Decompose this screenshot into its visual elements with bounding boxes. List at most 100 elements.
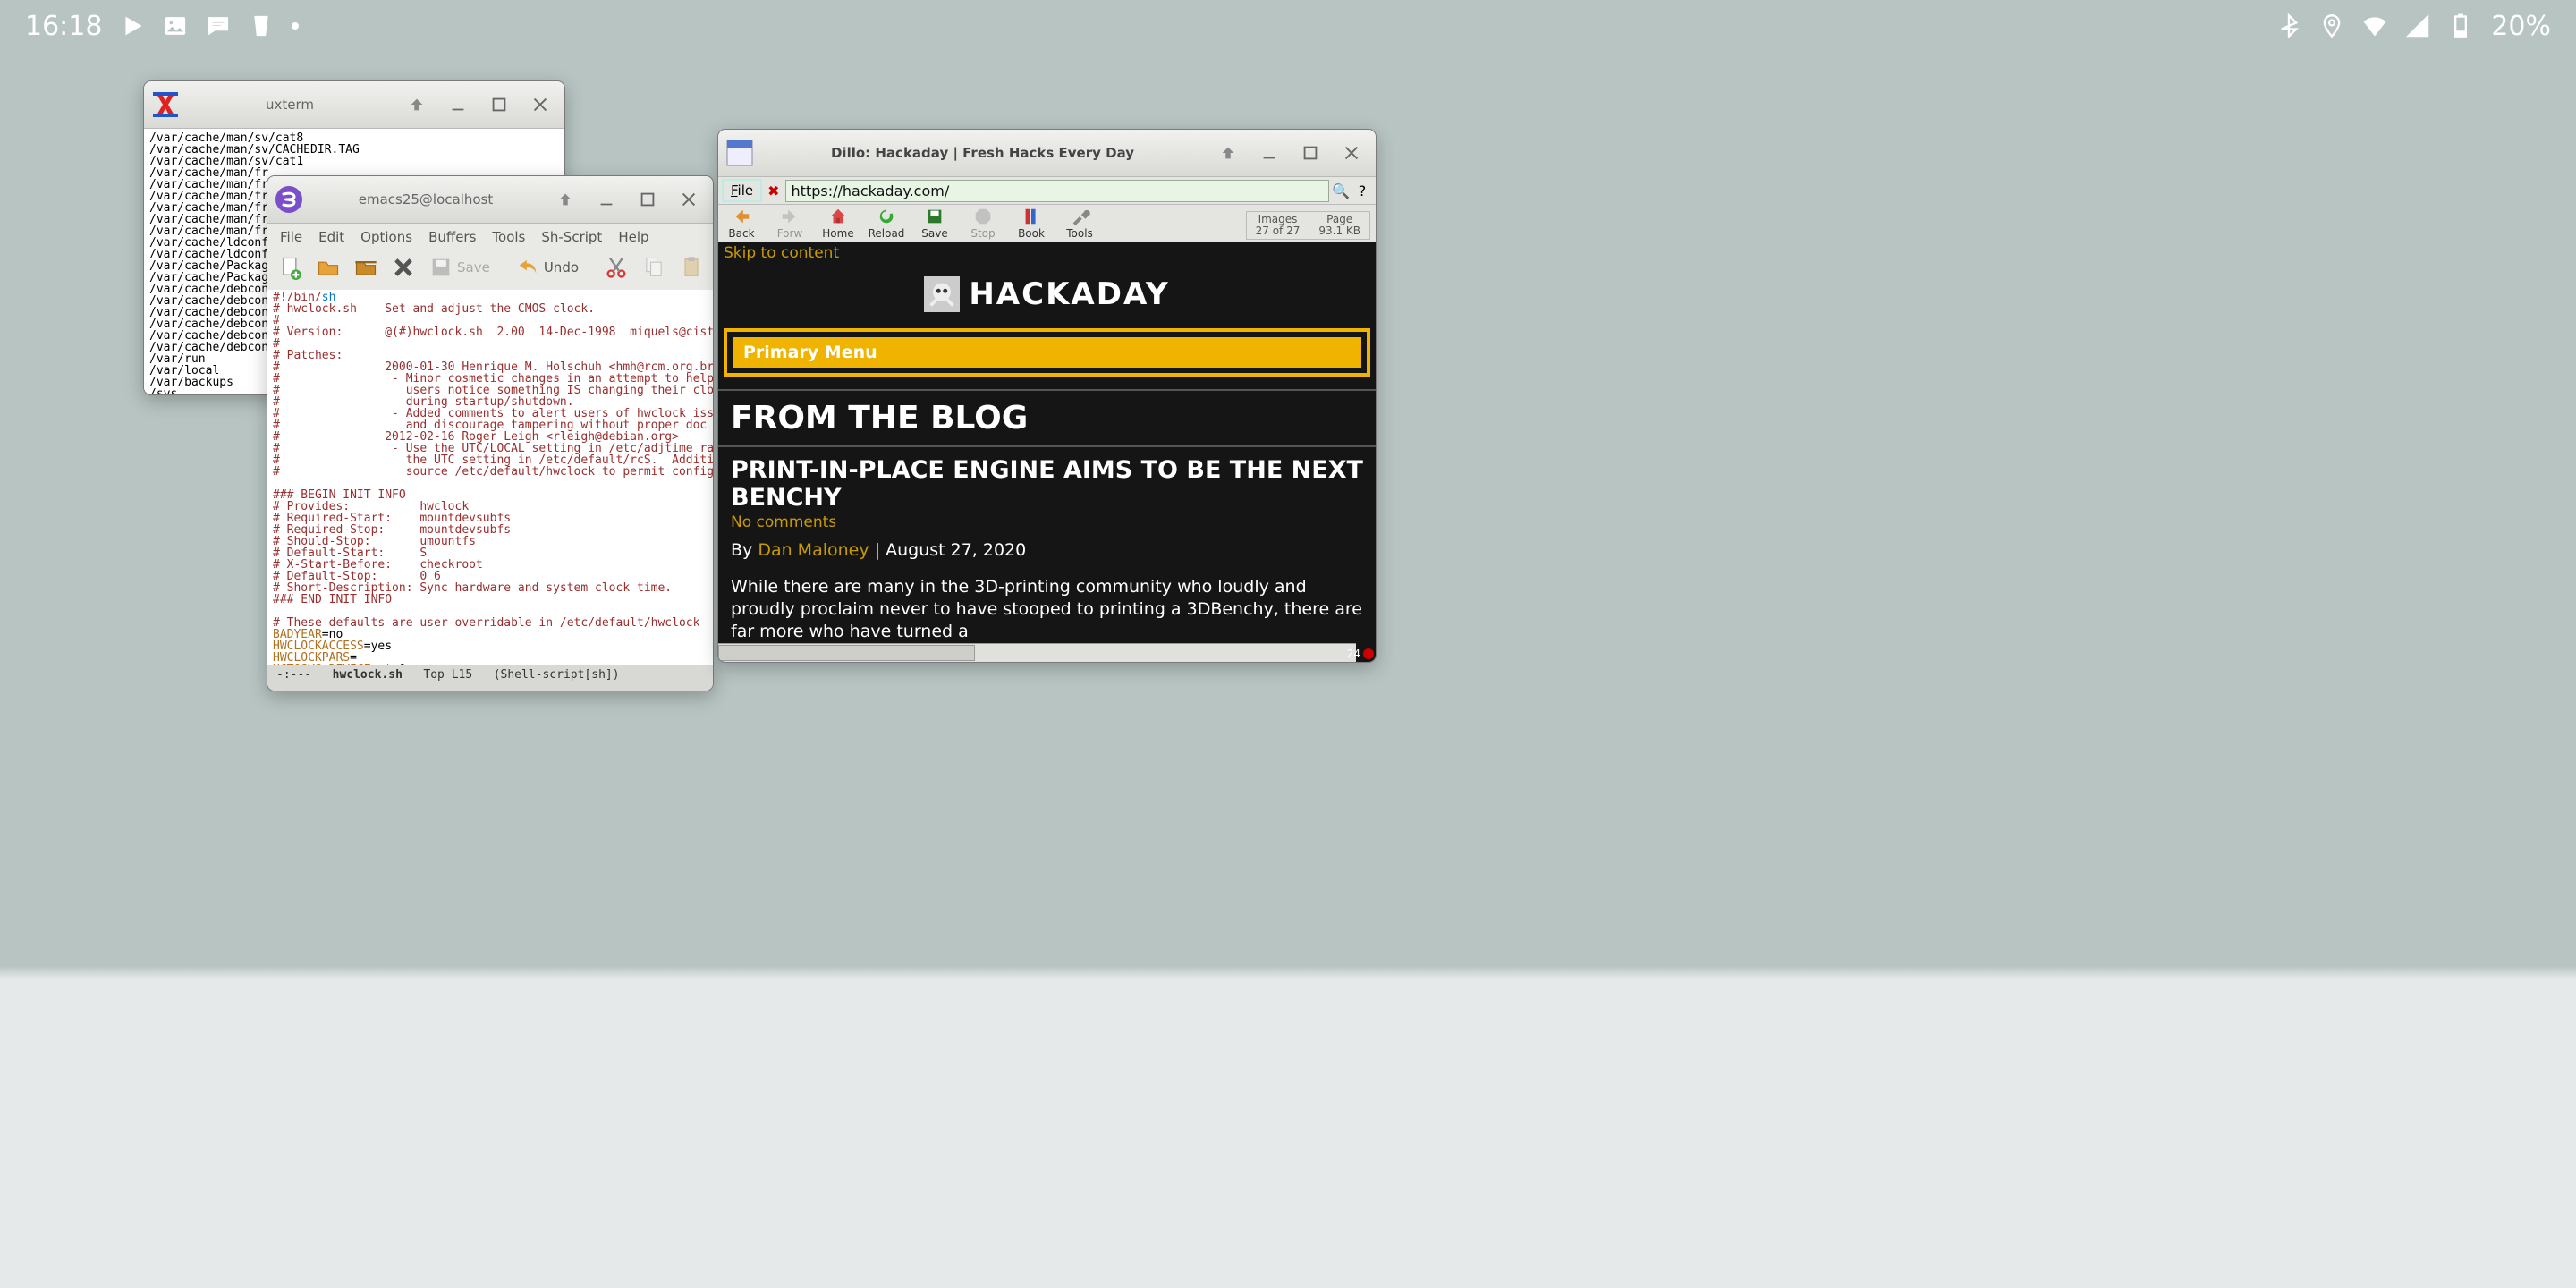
skip-link[interactable]: Skip to content [718,242,1376,264]
battery-icon [2448,13,2473,38]
battery-percent: 20% [2491,11,2551,42]
cut-icon[interactable] [604,252,629,283]
new-file-icon[interactable] [278,252,303,283]
dillo-window: Dillo: Hackaday | Fresh Hacks Every Day … [717,129,1377,663]
page-viewport[interactable]: Skip to content HACKADAY Primary Menu FR… [718,242,1376,662]
home-button[interactable]: Home [820,207,856,240]
article-byline: By Dan Maloney | August 27, 2020 [731,540,1363,560]
modeline-filename: hwclock.sh [333,668,402,682]
dillo-url-row: File ✖ https://hackaday.com/ 🔍 ? [718,177,1376,205]
modeline-position: Top L15 [423,668,472,682]
xterm-icon [151,90,180,119]
clear-url-button[interactable]: ✖ [764,182,783,199]
dillo-title: Dillo: Hackaday | Fresh Hacks Every Day [761,145,1204,161]
uxterm-titlebar[interactable]: uxterm [144,81,564,129]
author-link[interactable]: Dan Maloney [758,540,869,560]
close-button[interactable] [523,88,557,122]
minimize-button[interactable] [441,88,475,122]
message-icon [206,13,231,38]
menu-buffers[interactable]: Buffers [428,229,476,245]
open-folder-icon[interactable] [353,252,378,283]
reload-button[interactable]: Reload [869,207,904,240]
file-menu-button[interactable]: File [722,179,762,202]
images-value: 27 of 27 [1256,225,1301,237]
page-size: 93.1 KB [1318,225,1360,237]
site-name[interactable]: HACKADAY [969,276,1169,312]
menu-tools[interactable]: Tools [492,229,525,245]
uxterm-title: uxterm [187,97,393,113]
copy-icon[interactable] [641,252,666,283]
android-status-bar: 16:18 20% [0,0,2576,52]
images-label: Images [1258,213,1298,225]
forward-button[interactable]: Forw [772,207,808,240]
cup-icon [249,13,274,38]
undo-icon[interactable] [515,252,540,283]
section-heading: FROM THE BLOG [731,400,1363,436]
bug-icon [1363,648,1374,659]
emacs-modeline: -:--- hwclock.sh Top L15 (Shell-script[s… [267,665,713,691]
signal-icon [2405,13,2430,38]
page-info: Images27 of 27 Page93.1 KB [1246,211,1370,240]
up-button[interactable] [400,88,434,122]
menu-file[interactable]: File [280,229,302,245]
bluetooth-icon [2276,13,2301,38]
close-button[interactable] [1335,136,1368,170]
emacs-icon [275,185,303,214]
primary-menu[interactable]: Primary Menu [724,328,1370,377]
article-date: August 27, 2020 [886,540,1026,560]
paste-icon[interactable] [679,252,704,283]
save-label: Save [457,259,490,275]
play-icon [120,13,145,38]
minimize-button[interactable] [1252,136,1286,170]
maximize-button[interactable] [631,182,665,216]
emacs-menubar: File Edit Options Buffers Tools Sh-Script Help [267,224,713,249]
menu-sh-script[interactable]: Sh-Script [541,229,602,245]
undo-label: Undo [544,259,579,275]
scrollbar-thumb[interactable] [718,645,975,661]
maximize-button[interactable] [482,88,516,122]
emacs-title: emacs25@localhost [310,191,541,208]
wifi-icon [2362,13,2387,38]
dillo-icon [725,139,754,167]
up-button[interactable] [548,182,582,216]
menu-options[interactable]: Options [360,229,412,245]
maximize-button[interactable] [1293,136,1327,170]
primary-menu-label: Primary Menu [733,337,1361,368]
menu-help[interactable]: Help [618,229,648,245]
page-label: Page [1326,213,1352,225]
horizontal-scrollbar[interactable] [718,643,1356,662]
emacs-window: emacs25@localhost File Edit Options Buffers… [267,175,714,691]
modeline-mode: (Shell-script[sh]) [494,668,620,682]
dillo-titlebar[interactable]: Dillo: Hackaday | Fresh Hacks Every Day [718,130,1376,177]
article-body: While there are many in the 3D-printing … [731,576,1363,643]
open-file-icon[interactable] [316,252,341,283]
file-menu-label: ile [738,182,754,199]
dillo-navbar: Back Forw Home Reload Save Stop Book Too… [718,205,1376,242]
close-button[interactable] [672,182,706,216]
modeline-flags: -:--- [276,668,311,682]
article-title[interactable]: PRINT-IN-PLACE ENGINE AIMS TO BE THE NEX… [731,456,1363,512]
save-icon[interactable] [428,252,453,283]
menu-edit[interactable]: Edit [318,229,344,245]
stop-button[interactable]: Stop [965,207,1001,240]
emacs-titlebar[interactable]: emacs25@localhost [267,176,713,224]
bookmark-button[interactable]: Book [1013,207,1049,240]
emacs-toolbar: Save Undo [267,249,713,290]
search-button[interactable]: 🔍 [1331,181,1351,200]
save-button[interactable]: Save [917,207,953,240]
clock: 16:18 [25,11,102,42]
back-button[interactable]: Back [724,207,759,240]
up-button[interactable] [1211,136,1245,170]
picture-icon [163,13,188,38]
minimize-button[interactable] [589,182,623,216]
url-input[interactable]: https://hackaday.com/ [785,180,1329,202]
close-file-icon[interactable] [391,252,416,283]
emacs-buffer[interactable]: #!/bin/sh # hwclock.sh Set and adjust th… [267,290,713,665]
site-header: HACKADAY [718,264,1376,325]
hackaday-logo-icon [924,276,960,312]
error-indicator[interactable]: 24 [1347,648,1374,660]
comments-link[interactable]: No comments [731,513,1363,531]
tools-button[interactable]: Tools [1062,207,1097,240]
help-button[interactable]: ? [1352,181,1372,200]
location-icon [2319,13,2344,38]
